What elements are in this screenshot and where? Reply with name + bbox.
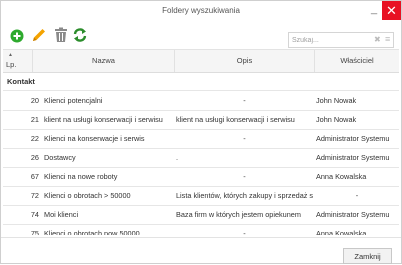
- cell-lp: 74: [30, 210, 39, 219]
- title-bar[interactable]: Foldery wyszukiwania _ ✕: [1, 1, 401, 23]
- dialog-footer: Zamknij: [1, 237, 401, 264]
- column-header-opis[interactable]: Opis: [175, 50, 315, 72]
- column-header-lp[interactable]: ▲ Lp.: [3, 50, 33, 72]
- cell-lp: 72: [30, 191, 39, 200]
- cell-lp: 75: [30, 229, 39, 235]
- cell-owner: Administrator Systemu: [316, 210, 390, 219]
- column-header-owner[interactable]: Właściciel: [315, 50, 399, 72]
- cell-lp: 20: [30, 96, 39, 105]
- add-button[interactable]: [9, 27, 27, 45]
- cell-lp: 67: [30, 172, 39, 181]
- folders-table: ▲ Lp. Nazwa Opis Właściciel Kontakt 20 K…: [3, 49, 399, 235]
- table-row[interactable]: 75 Klienci o obrotach pow 50000 - Anna K…: [3, 225, 399, 235]
- cell-lp: 22: [30, 134, 39, 143]
- table-row[interactable]: 74 Moi klienci Baza firm w których jeste…: [3, 206, 399, 225]
- search-input[interactable]: [292, 34, 362, 46]
- edit-button[interactable]: [31, 27, 49, 45]
- close-window-button[interactable]: ✕: [382, 1, 401, 20]
- sort-asc-icon: ▲: [8, 52, 13, 58]
- cell-owner: -: [355, 191, 359, 200]
- cell-name: Moi klienci: [44, 210, 79, 219]
- cell-owner: Administrator Systemu: [316, 134, 390, 143]
- table-row[interactable]: 67 Klienci na nowe roboty - Anna Kowalsk…: [3, 168, 399, 187]
- edit-pencil-icon: [33, 29, 45, 41]
- minimize-button[interactable]: _: [367, 3, 381, 17]
- cell-opis: -: [243, 134, 246, 143]
- table-row[interactable]: 26 Dostawcy . Administrator Systemu: [3, 149, 399, 168]
- cell-name: klient na usługi konserwacji i serwisu: [44, 115, 163, 124]
- cell-lp: 26: [30, 153, 39, 162]
- delete-button[interactable]: [53, 27, 71, 45]
- cell-opis: .: [176, 153, 179, 162]
- cell-owner: Anna Kowalska: [316, 229, 367, 235]
- cell-opis: -: [243, 229, 246, 235]
- cell-opis: -: [243, 172, 246, 181]
- cell-opis: -: [243, 96, 246, 105]
- cell-opis: Lista klientów, których zakupy i sprzeda…: [176, 191, 313, 200]
- table-row[interactable]: 20 Klienci potencjalni - John Nowak: [3, 92, 399, 111]
- cell-name: Dostawcy: [44, 153, 76, 162]
- cell-name: Klienci o obrotach > 50000: [44, 191, 131, 200]
- close-button[interactable]: Zamknij: [343, 248, 392, 264]
- clear-search-icon[interactable]: ✖: [374, 35, 381, 44]
- cell-lp: 21: [30, 115, 39, 124]
- cell-name: Klienci potencjalni: [44, 96, 103, 105]
- table-row[interactable]: 22 Klienci na konserwacje i serwis - Adm…: [3, 130, 399, 149]
- cell-owner: John Nowak: [316, 96, 357, 105]
- refresh-icon: [73, 28, 87, 42]
- cell-owner: John Nowak: [316, 115, 357, 124]
- table-row[interactable]: 72 Klienci o obrotach > 50000 Lista klie…: [3, 187, 399, 206]
- cell-owner: Anna Kowalska: [316, 172, 367, 181]
- cell-name: Klienci na konserwacje i serwis: [44, 134, 145, 143]
- table-row[interactable]: 21 klient na usługi konserwacji i serwis…: [3, 111, 399, 130]
- cell-opis: Baza firm w których jestem opiekunem: [176, 210, 301, 219]
- search-menu-icon[interactable]: ≡: [385, 34, 390, 44]
- group-header-kontakt[interactable]: Kontakt: [3, 73, 399, 91]
- column-header-name[interactable]: Nazwa: [33, 50, 175, 72]
- cell-name: Klienci na nowe roboty: [44, 172, 118, 181]
- window-title: Foldery wyszukiwania: [162, 6, 240, 15]
- add-icon: [10, 29, 24, 43]
- cell-owner: Administrator Systemu: [316, 153, 390, 162]
- toolbar: ✖ ≡: [1, 25, 401, 48]
- cell-opis: klient na usługi konserwacji i serwisu: [176, 115, 295, 124]
- dialog-window: Foldery wyszukiwania _ ✕ Szukaj... ✖ ≡ ▲…: [0, 0, 402, 264]
- refresh-button[interactable]: [72, 27, 90, 45]
- search-box[interactable]: ✖ ≡: [288, 32, 394, 48]
- trash-icon: [55, 27, 67, 42]
- cell-name: Klienci o obrotach pow 50000: [44, 229, 140, 235]
- table-header: ▲ Lp. Nazwa Opis Właściciel: [3, 50, 399, 73]
